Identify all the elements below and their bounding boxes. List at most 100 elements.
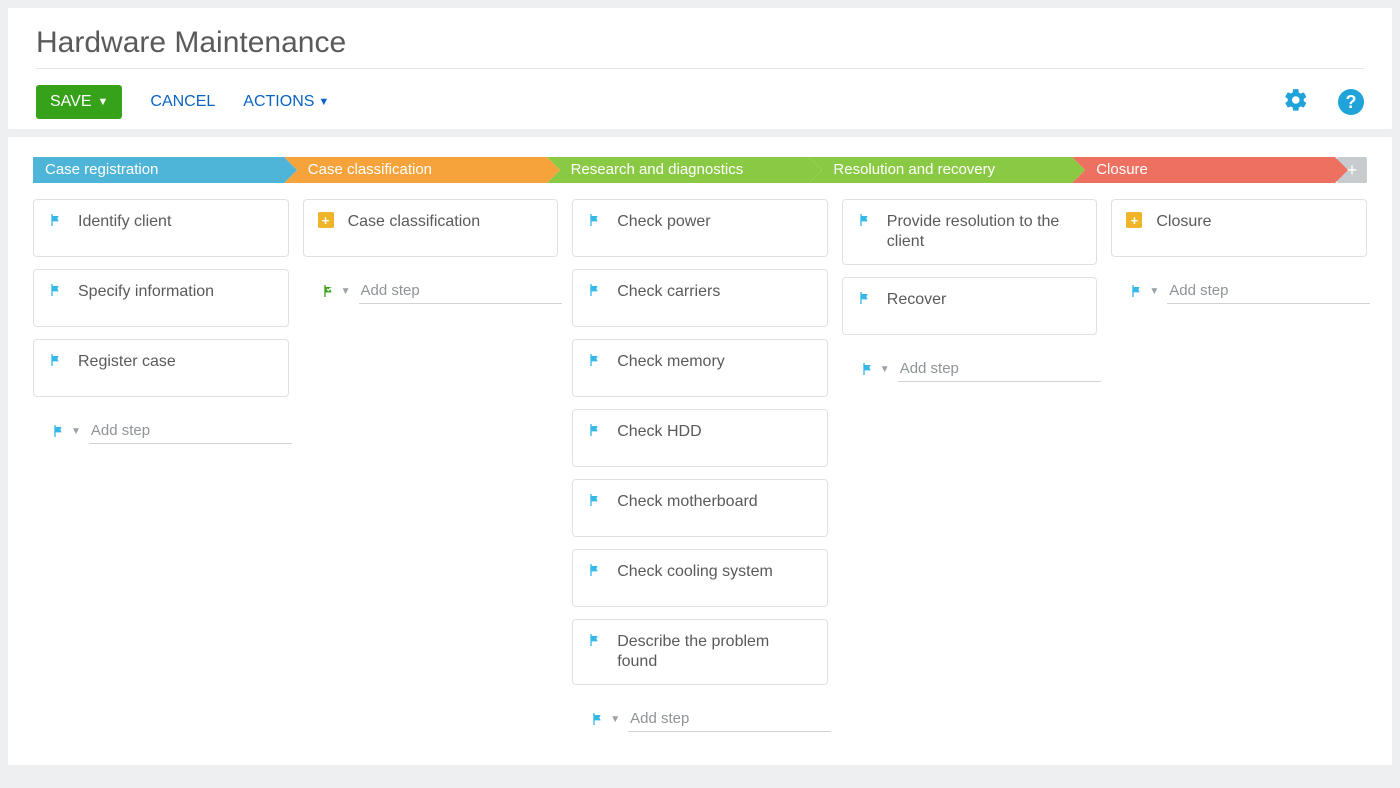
step-card[interactable]: + Case classification bbox=[303, 199, 559, 257]
step-label: Case classification bbox=[348, 212, 481, 232]
page-title: Hardware Maintenance bbox=[36, 26, 1364, 69]
add-step-type-picker[interactable]: ▼ bbox=[51, 423, 81, 439]
flag-icon bbox=[587, 632, 603, 648]
add-step-input[interactable] bbox=[898, 356, 1101, 382]
step-label: Check memory bbox=[617, 352, 725, 372]
step-card[interactable]: Register case bbox=[33, 339, 289, 397]
add-step-row: ▼ bbox=[33, 409, 289, 449]
step-card[interactable]: Describe the problem found bbox=[572, 619, 828, 685]
caret-down-icon: ▼ bbox=[318, 96, 329, 108]
flag-icon bbox=[587, 352, 603, 368]
step-label: Check power bbox=[617, 212, 710, 232]
settings-button[interactable] bbox=[1282, 88, 1310, 116]
gear-icon bbox=[1283, 87, 1309, 117]
stage-header[interactable]: Closure bbox=[1072, 157, 1335, 183]
help-button[interactable]: ? bbox=[1338, 89, 1364, 115]
step-label: Identify client bbox=[78, 212, 171, 232]
add-step-row: ▼ bbox=[303, 269, 559, 309]
stage-label: Closure bbox=[1096, 161, 1148, 178]
step-card[interactable]: Specify information bbox=[33, 269, 289, 327]
step-card[interactable]: + Closure bbox=[1111, 199, 1367, 257]
step-card[interactable]: Check power bbox=[572, 199, 828, 257]
workflow-columns: Identify client Specify information Regi… bbox=[33, 199, 1367, 737]
caret-down-icon: ▼ bbox=[98, 96, 109, 108]
toolbar: SAVE ▼ CANCEL ACTIONS ▼ ? bbox=[36, 69, 1364, 119]
subprocess-icon: + bbox=[318, 212, 334, 228]
caret-down-icon: ▼ bbox=[1149, 286, 1159, 297]
flag-icon bbox=[860, 361, 876, 377]
stage-column: Identify client Specify information Regi… bbox=[33, 199, 289, 449]
header-card: Hardware Maintenance SAVE ▼ CANCEL ACTIO… bbox=[8, 8, 1392, 129]
step-label: Check motherboard bbox=[617, 492, 758, 512]
stage-header[interactable]: Case registration bbox=[33, 157, 284, 183]
add-step-row: ▼ bbox=[572, 697, 828, 737]
add-step-row: ▼ bbox=[842, 347, 1098, 387]
stage-label: Case classification bbox=[308, 161, 432, 178]
caret-down-icon: ▼ bbox=[341, 286, 351, 297]
flag-icon bbox=[590, 711, 606, 727]
stage-column: + Closure ▼ bbox=[1111, 199, 1367, 309]
step-label: Register case bbox=[78, 352, 176, 372]
flag-icon bbox=[48, 352, 64, 368]
stage-header[interactable]: Case classification bbox=[284, 157, 547, 183]
stage-column: Provide resolution to the client Recover… bbox=[842, 199, 1098, 387]
step-card[interactable]: Check cooling system bbox=[572, 549, 828, 607]
workflow-card: Case registration Case classification Re… bbox=[8, 137, 1392, 765]
step-card[interactable]: Identify client bbox=[33, 199, 289, 257]
flag-icon bbox=[48, 282, 64, 298]
stage-column: Check power Check carriers Check memory … bbox=[572, 199, 828, 737]
caret-down-icon: ▼ bbox=[880, 364, 890, 375]
plus-icon: + bbox=[1347, 160, 1358, 181]
step-card[interactable]: Check HDD bbox=[572, 409, 828, 467]
add-step-input[interactable] bbox=[359, 278, 562, 304]
step-card[interactable]: Check motherboard bbox=[572, 479, 828, 537]
flag-icon bbox=[48, 212, 64, 228]
step-label: Describe the problem found bbox=[617, 632, 813, 672]
add-step-type-picker[interactable]: ▼ bbox=[860, 361, 890, 377]
cancel-button-label: CANCEL bbox=[150, 93, 215, 111]
step-card[interactable]: Check memory bbox=[572, 339, 828, 397]
step-label: Check carriers bbox=[617, 282, 720, 302]
add-step-input[interactable] bbox=[628, 706, 831, 732]
cancel-button[interactable]: CANCEL bbox=[150, 93, 215, 111]
stage-header[interactable]: Resolution and recovery bbox=[809, 157, 1072, 183]
stage-header-row: Case registration Case classification Re… bbox=[33, 157, 1367, 183]
flag-icon bbox=[587, 492, 603, 508]
flag-icon bbox=[587, 212, 603, 228]
caret-down-icon: ▼ bbox=[610, 714, 620, 725]
save-button[interactable]: SAVE ▼ bbox=[36, 85, 122, 119]
caret-down-icon: ▼ bbox=[71, 426, 81, 437]
step-label: Closure bbox=[1156, 212, 1211, 232]
add-step-type-picker[interactable]: ▼ bbox=[590, 711, 620, 727]
add-step-type-picker[interactable]: ▼ bbox=[321, 283, 351, 299]
flag-icon bbox=[587, 422, 603, 438]
actions-button[interactable]: ACTIONS ▼ bbox=[243, 93, 329, 111]
step-card[interactable]: Check carriers bbox=[572, 269, 828, 327]
flag-icon bbox=[587, 562, 603, 578]
flag-icon bbox=[51, 423, 67, 439]
flag-icon bbox=[857, 212, 873, 228]
step-label: Provide resolution to the client bbox=[887, 212, 1083, 252]
step-card[interactable]: Recover bbox=[842, 277, 1098, 335]
save-button-label: SAVE bbox=[50, 93, 92, 111]
subprocess-icon: + bbox=[1126, 212, 1142, 228]
add-step-type-picker[interactable]: ▼ bbox=[1129, 283, 1159, 299]
actions-button-label: ACTIONS bbox=[243, 93, 314, 111]
add-step-input[interactable] bbox=[1167, 278, 1370, 304]
checkflag-icon bbox=[321, 283, 337, 299]
flag-icon bbox=[587, 282, 603, 298]
question-icon: ? bbox=[1346, 92, 1357, 113]
step-label: Specify information bbox=[78, 282, 214, 302]
stage-label: Resolution and recovery bbox=[833, 161, 995, 178]
add-step-row: ▼ bbox=[1111, 269, 1367, 309]
stage-header[interactable]: Research and diagnostics bbox=[547, 157, 810, 183]
step-label: Check HDD bbox=[617, 422, 701, 442]
stage-label: Case registration bbox=[45, 161, 158, 178]
step-card[interactable]: Provide resolution to the client bbox=[842, 199, 1098, 265]
flag-icon bbox=[857, 290, 873, 306]
step-label: Recover bbox=[887, 290, 947, 310]
add-step-input[interactable] bbox=[89, 418, 292, 444]
step-label: Check cooling system bbox=[617, 562, 773, 582]
stage-column: + Case classification ▼ bbox=[303, 199, 559, 309]
flag-icon bbox=[1129, 283, 1145, 299]
